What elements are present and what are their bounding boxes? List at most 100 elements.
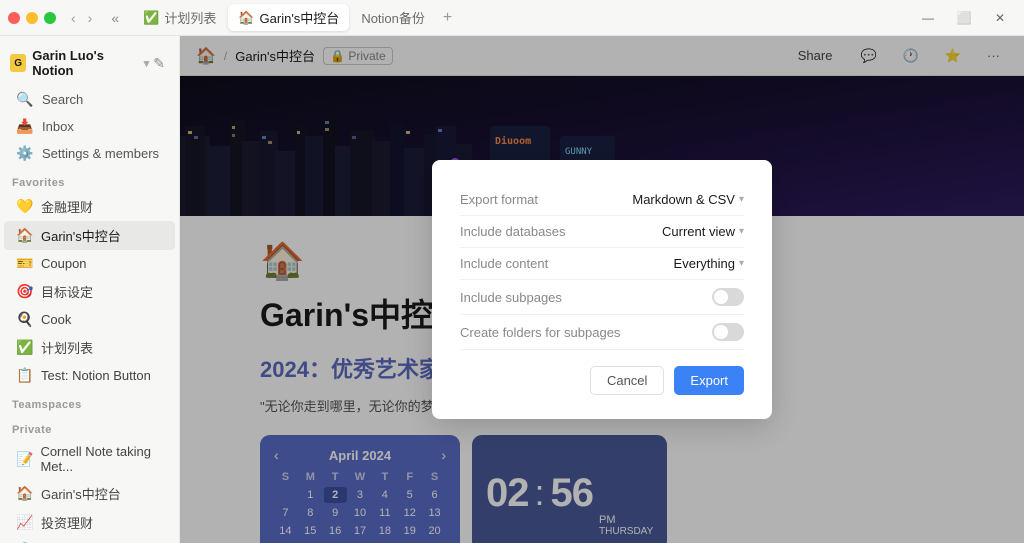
sidebar-item-dashboard[interactable]: 🏠 Garin's中控台 <box>4 221 175 250</box>
sidebar-header: G Garin Luo's Notion ▾ ✎ <box>0 44 179 82</box>
coupon-label: Coupon <box>41 256 87 271</box>
include-databases-label: Include databases <box>460 224 566 239</box>
tab-plans[interactable]: ✅ 计划列表 <box>133 4 226 31</box>
sidebar-item-goals[interactable]: 🎯 目标设定 <box>4 277 175 306</box>
dashboard-label: Garin's中控台 <box>41 226 121 245</box>
sidebar-item-dashboard2[interactable]: 🏠 Garin's中控台 <box>4 479 175 508</box>
include-subpages-label: Include subpages <box>460 290 562 305</box>
sidebar-item-notion-btn[interactable]: 📋 Test: Notion Button <box>4 362 175 389</box>
modal-row-create-folders: Create folders for subpages <box>460 315 744 350</box>
tab-notion-label: Notion备份 <box>361 8 425 27</box>
plans-label: 计划列表 <box>41 338 93 357</box>
workspace-name[interactable]: G Garin Luo's Notion ▾ <box>10 48 149 78</box>
add-tab-button[interactable]: + <box>437 7 458 29</box>
sidebar-item-cook[interactable]: 🍳 Cook <box>4 306 175 333</box>
sidebar-action-settings[interactable]: ⚙️ Settings & members <box>4 140 175 167</box>
sidebar-action-search[interactable]: 🔍 Search <box>4 86 175 113</box>
section-private-label: Private <box>0 414 179 439</box>
section-favorites-label: Favorites <box>0 167 179 192</box>
cook-icon: 🍳 <box>16 311 34 328</box>
close-button[interactable]: ✕ <box>984 7 1016 29</box>
modal-row-include-databases: Include databases Current view ▾ <box>460 216 744 248</box>
modal-row-include-content: Include content Everything ▾ <box>460 248 744 280</box>
export-format-chevron: ▾ <box>739 194 744 205</box>
export-format-dropdown[interactable]: Markdown & CSV ▾ <box>632 192 744 207</box>
tab-bar: ✅ 计划列表 🏠 Garin's中控台 Notion备份 + <box>133 4 906 31</box>
invest-label: 投资理财 <box>41 513 93 532</box>
content-area: 🏠 / Garin's中控台 🔒 Private Share 💬 🕐 ⭐ ··· <box>180 36 1024 543</box>
workspace-icon: G <box>10 54 26 72</box>
export-modal: Export format Markdown & CSV ▾ Include d… <box>432 160 772 419</box>
section-teamspaces-label: Teamspaces <box>0 389 179 414</box>
include-content-value: Everything <box>674 256 735 271</box>
sidebar-item-coupon[interactable]: 🎫 Coupon <box>4 250 175 277</box>
plans-icon: ✅ <box>16 339 34 356</box>
sidebar-inbox-label: Inbox <box>42 119 74 134</box>
sidebar: G Garin Luo's Notion ▾ ✎ 🔍 Search 📥 Inbo… <box>0 36 180 543</box>
invest-icon: 📈 <box>16 514 34 531</box>
create-folders-label: Create folders for subpages <box>460 325 620 340</box>
dashboard2-label: Garin's中控台 <box>41 484 121 503</box>
nav-buttons: ‹ › <box>66 8 97 28</box>
maximize-traffic[interactable] <box>44 12 56 24</box>
export-format-value: Markdown & CSV <box>632 192 735 207</box>
sidebar-header-icons: ✎ <box>149 53 169 74</box>
back-button[interactable]: ‹ <box>66 8 81 28</box>
window-controls: — ⬜ ✕ <box>912 7 1016 29</box>
include-databases-chevron: ▾ <box>739 226 744 237</box>
titlebar: ‹ › « ✅ 计划列表 🏠 Garin's中控台 Notion备份 + — ⬜… <box>0 0 1024 36</box>
inbox-icon: 📥 <box>16 118 34 135</box>
minimize-traffic[interactable] <box>26 12 38 24</box>
sidebar-item-finance[interactable]: 💛 金融理财 <box>4 192 175 221</box>
coupon-icon: 🎫 <box>16 255 34 272</box>
create-folders-toggle[interactable] <box>712 323 744 341</box>
include-databases-value: Current view <box>662 224 735 239</box>
traffic-lights <box>8 12 56 24</box>
forward-button[interactable]: › <box>83 8 98 28</box>
finance-icon: 💛 <box>16 198 34 215</box>
titlebar-right: — ⬜ ✕ <box>912 7 1016 29</box>
export-button[interactable]: Export <box>674 366 744 395</box>
search-icon: 🔍 <box>16 91 34 108</box>
include-subpages-toggle[interactable] <box>712 288 744 306</box>
sidebar-item-lds[interactable]: 👤 LDS <box>4 537 175 543</box>
goals-icon: 🎯 <box>16 283 34 300</box>
collapse-sidebar-button[interactable]: « <box>107 8 123 28</box>
edit-icon[interactable]: ✎ <box>149 53 169 74</box>
modal-overlay: Export format Markdown & CSV ▾ Include d… <box>180 36 1024 543</box>
export-format-label: Export format <box>460 192 538 207</box>
dashboard2-icon: 🏠 <box>16 485 34 502</box>
include-content-label: Include content <box>460 256 548 271</box>
include-databases-dropdown[interactable]: Current view ▾ <box>662 224 744 239</box>
sidebar-settings-label: Settings & members <box>42 146 159 161</box>
close-traffic[interactable] <box>8 12 20 24</box>
sidebar-item-invest[interactable]: 📈 投资理财 <box>4 508 175 537</box>
cancel-button[interactable]: Cancel <box>590 366 664 395</box>
sidebar-item-cornell[interactable]: 📝 Cornell Note taking Met... <box>4 439 175 479</box>
notion-btn-label: Test: Notion Button <box>41 368 151 383</box>
maximize-button[interactable]: ⬜ <box>948 7 980 29</box>
goals-label: 目标设定 <box>41 282 93 301</box>
minimize-button[interactable]: — <box>912 7 944 29</box>
notion-btn-icon: 📋 <box>16 367 34 384</box>
tab-notion[interactable]: Notion备份 <box>351 4 435 31</box>
modal-buttons: Cancel Export <box>460 366 744 395</box>
modal-row-include-subpages: Include subpages <box>460 280 744 315</box>
sidebar-action-inbox[interactable]: 📥 Inbox <box>4 113 175 140</box>
sidebar-item-plans[interactable]: ✅ 计划列表 <box>4 333 175 362</box>
workspace-label: Garin Luo's Notion <box>32 48 137 78</box>
sidebar-search-label: Search <box>42 92 83 107</box>
tab-plans-icon: ✅ <box>143 10 159 26</box>
finance-label: 金融理财 <box>41 197 93 216</box>
main-layout: G Garin Luo's Notion ▾ ✎ 🔍 Search 📥 Inbo… <box>0 36 1024 543</box>
cornell-icon: 📝 <box>16 451 33 468</box>
cook-label: Cook <box>41 312 71 327</box>
cornell-label: Cornell Note taking Met... <box>40 444 163 474</box>
tab-dashboard[interactable]: 🏠 Garin's中控台 <box>228 4 349 31</box>
tab-dashboard-label: Garin's中控台 <box>260 8 340 27</box>
tab-dashboard-icon: 🏠 <box>238 10 254 26</box>
tab-plans-label: 计划列表 <box>164 8 216 27</box>
dashboard-icon: 🏠 <box>16 227 34 244</box>
include-content-chevron: ▾ <box>739 258 744 269</box>
include-content-dropdown[interactable]: Everything ▾ <box>674 256 744 271</box>
